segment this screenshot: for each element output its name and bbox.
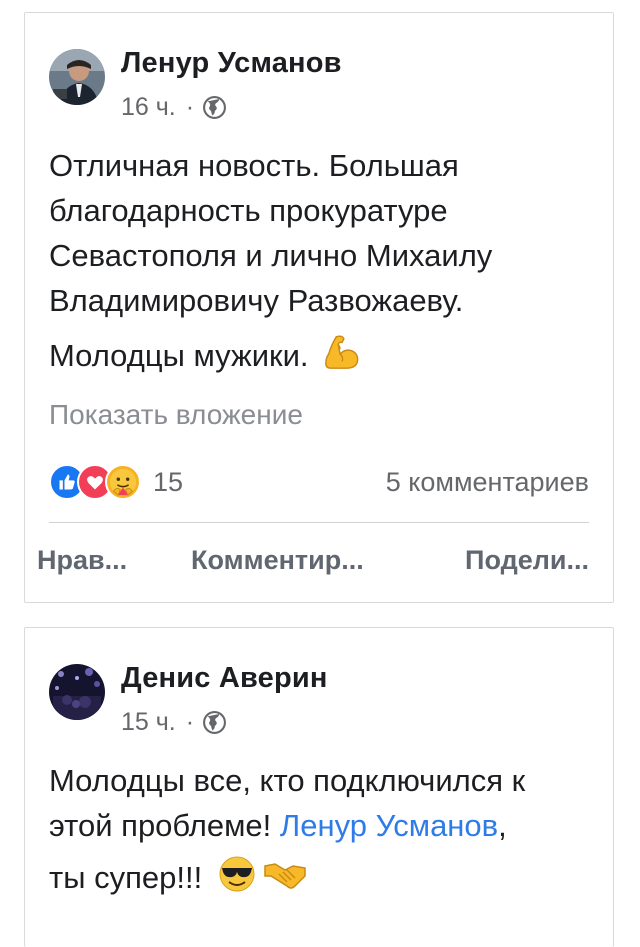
smiling-face-with-sunglasses-emoji — [217, 854, 257, 906]
care-icon — [105, 464, 141, 500]
reaction-count[interactable]: 15 — [153, 467, 183, 498]
body-line: Молодцы мужики. — [49, 338, 309, 374]
action-bar: Нрав... Комментир... Подели... — [37, 545, 589, 585]
globe-icon — [202, 710, 227, 735]
timestamp[interactable]: 16 ч. — [121, 93, 176, 122]
reactions-summary: 15 5 комментариев — [49, 464, 589, 501]
body-line: этой проблеме! Ленур Усманов, — [49, 803, 595, 848]
comment-card: Ленур Усманов 16 ч. · Отличная новость. … — [24, 12, 614, 603]
comment-button[interactable]: Комментир... — [191, 545, 364, 576]
body-line: Отличная новость. Большая — [49, 148, 459, 183]
comments-count[interactable]: 5 комментариев — [386, 467, 589, 498]
post-meta: 16 ч. · — [121, 93, 227, 122]
divider — [49, 522, 589, 523]
body-line: Владимировичу Развожаеву. — [49, 283, 464, 318]
meta-separator: · — [185, 93, 195, 121]
reaction-icons[interactable] — [49, 464, 141, 500]
author-name[interactable]: Ленур Усманов — [121, 47, 342, 80]
author-name[interactable]: Денис Аверин — [121, 662, 328, 695]
body-text-segment: этой проблеме! — [49, 808, 272, 843]
body-line: Молодцы все, кто подключился к — [49, 763, 526, 798]
body-line: Севастополя и лично Михаилу — [49, 238, 493, 273]
flexed-biceps-emoji — [323, 333, 361, 383]
show-attachment-link[interactable]: Показать вложение — [49, 399, 303, 431]
body-line-with-emoji: Молодцы мужики. — [49, 333, 595, 383]
mention-link[interactable]: Ленур Усманов — [280, 808, 498, 843]
post-meta: 15 ч. · — [121, 708, 227, 737]
body-line: благодарность прокуратуре — [49, 193, 448, 228]
like-button[interactable]: Нрав... — [37, 545, 127, 576]
comment-body: Отличная новость. Большая благодарность … — [49, 143, 595, 383]
share-button[interactable]: Подели... — [465, 545, 589, 576]
meta-separator: · — [185, 708, 195, 736]
timestamp[interactable]: 15 ч. — [121, 708, 176, 737]
body-text-segment: , — [498, 808, 507, 843]
globe-icon — [202, 95, 227, 120]
handshake-emoji — [263, 856, 307, 904]
body-line: ты супер!!! — [49, 860, 203, 896]
comment-card: Денис Аверин 15 ч. · Молодцы все, кто по… — [24, 627, 614, 947]
comment-body: Молодцы все, кто подключился к этой проб… — [49, 758, 595, 906]
body-line-with-emoji: ты супер!!! — [49, 854, 595, 906]
avatar[interactable] — [49, 664, 105, 720]
avatar[interactable] — [49, 49, 105, 105]
